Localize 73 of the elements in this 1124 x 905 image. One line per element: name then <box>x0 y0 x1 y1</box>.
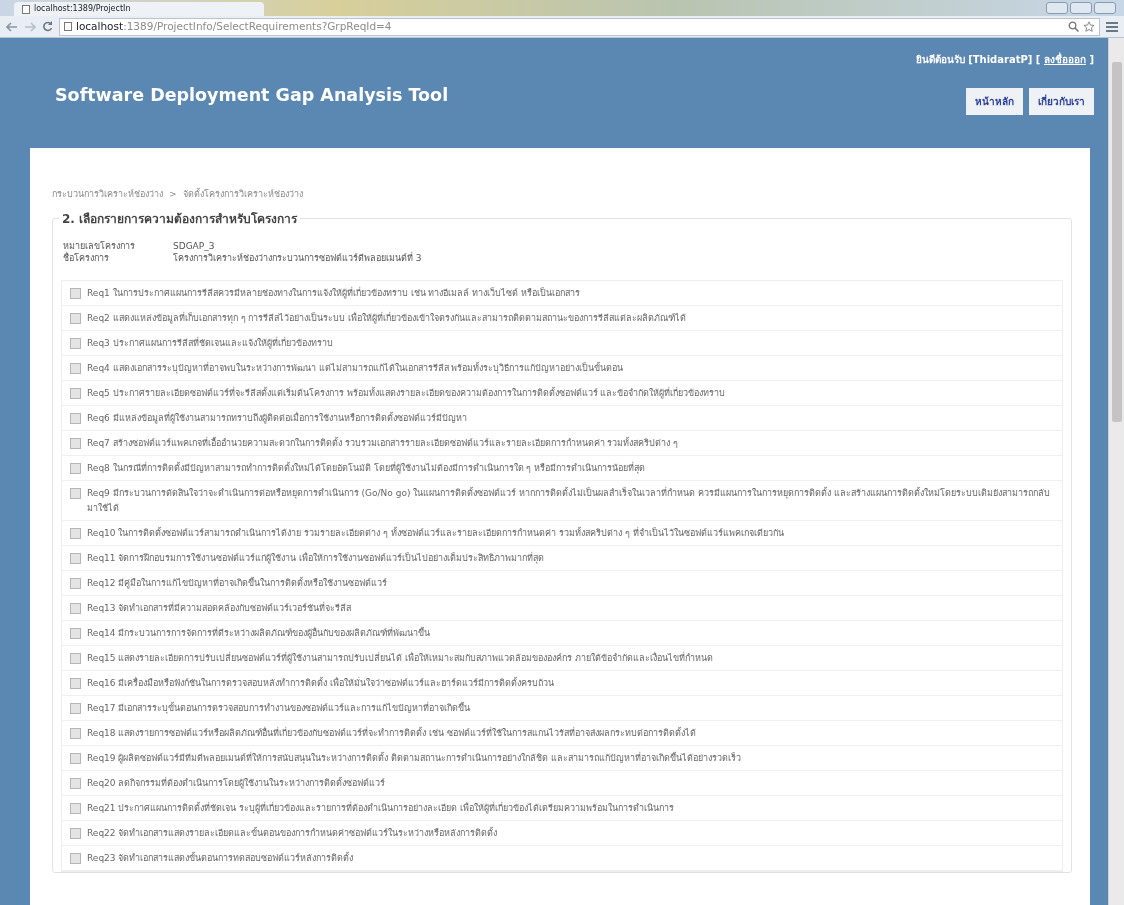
checkbox[interactable] <box>70 602 81 614</box>
checkbox[interactable] <box>70 287 81 299</box>
requirement-label: Req7 สร้างซอฟต์แวร์แพคเกจที่เอื้ออำนวยความสะดวกในการติดตั้ง รวบรวมเอกสารรายละเอียดซอฟต์แวร์และรายละเอียดการกำหนดค่า รวมทั้งสคริปต่าง ๆ <box>87 436 679 450</box>
requirement-label: Req16 มีเครื่องมือหรือฟังก์ชันในการตรวจสอบหลังทำการติดตั้ง เพื่อให้มั่นใจว่าซอฟต์แวร์และฮาร์ดแวร์มีการติดตั้งครบถ้วน <box>87 676 555 690</box>
checkbox[interactable] <box>70 827 81 839</box>
requirement-label: Req5 ประกาศรายละเอียดซอฟต์แวร์ที่จะรีลีสตั้งแต่เริ่มต้นโครงการ พร้อมทั้งแสดงรายละเอียดของความต้องการในการติดตั้งซอฟต์แวร์ และข้อจำกัดให้ผู้ที่เกี่ยวข้องทราบ <box>87 386 726 401</box>
scrollbar[interactable] <box>1108 38 1124 905</box>
field-value: SDGAP_3 <box>173 239 215 251</box>
checkbox[interactable] <box>70 627 81 639</box>
search-icon <box>1068 21 1079 32</box>
nav-button[interactable]: หน้าหลัก <box>966 88 1023 115</box>
site-title: Software Deployment Gap Analysis Tool <box>55 84 449 107</box>
checkbox[interactable] <box>70 677 81 689</box>
requirement-label: Req2 แสดงแหล่งข้อมูลที่เก็บเอกสารทุก ๆ การรีลีสไว้อย่างเป็นระบบ เพื่อให้ผู้ที่เกี่ยวข้องเข้าใจตรงกันและสามารถติดตามสถานะของการรีลีสแต่ละผลิตภัณฑ์ได้ <box>87 311 687 326</box>
requirement-label: Req14 มีกระบวนการการจัดการที่ดีระหว่างผลิตภัณฑ์ของผู้อื่นกับของผลิตภัณฑ์ที่พัฒนาขึ้น <box>87 626 431 641</box>
requirement-label: Req11 จัดการฝึกอบรมการใช้งานซอฟต์แวร์แก่ผู้ใช้งาน เพื่อให้การใช้งานซอฟต์แวร์เป็นไปอย่างเต็มประสิทธิภาพมากที่สุด <box>87 551 545 566</box>
scrollbar-thumb[interactable] <box>1111 62 1122 422</box>
checkbox[interactable] <box>70 387 81 399</box>
checkbox[interactable] <box>70 577 81 589</box>
field-label: หมายเลขโครงการ <box>63 239 136 252</box>
checkbox[interactable] <box>70 727 81 739</box>
breadcrumb-current: จัดตั้งโครงการวิเคราะห์ช่องว่าง <box>182 188 303 201</box>
checkbox[interactable] <box>70 312 81 324</box>
requirement-label: Req1 ในการประกาศแผนการรีลีสควรมีหลายช่องทางในการแจ้งให้ผู้ที่เกี่ยวข้องทราบ เช่น ทางอีเมลล์ ทางเว็บไซต์ หรือเป็นเอกสาร <box>87 286 581 301</box>
requirement-label: Req10 ในการติดตั้งซอฟต์แวร์สามารถดำเนินการได้ง่าย รวมรายละเอียดต่าง ๆ ทั้งซอฟต์แวร์และรายละเอียดการกำหนดค่า รวมทั้งสคริปต่าง ๆ ที่จำเป็นไว้ในซอฟต์แวร์แพคเกจเดียวกัน <box>87 526 784 540</box>
checkbox[interactable] <box>70 802 81 814</box>
checkbox[interactable] <box>70 362 81 374</box>
checkbox[interactable] <box>70 337 81 349</box>
star-icon[interactable] <box>1083 21 1095 32</box>
requirement-label: Req9 มีกระบวนการตัดสินใจว่าจะดำเนินการต่อหรือหยุดการดำเนินการ (Go/No go) ในแผนการติดตั้งซอฟต์แวร์ หากการติดตั้งไม่เป็นผลสำเร็จในเวลาที่กำหนด ควรมีแผนการในการหยุดการติดตั้ง และสร้างแผนการติดตั้งใหม่โดยระบบเดิมยังสามารถกลับมาใช้ได้ <box>87 486 1051 515</box>
reload-icon[interactable] <box>42 21 53 32</box>
checkbox[interactable] <box>70 652 81 664</box>
checkbox[interactable] <box>70 487 81 499</box>
minimize-button[interactable] <box>1046 2 1068 14</box>
checkbox[interactable] <box>70 752 81 764</box>
requirement-label: Req17 มีเอกสารระบุขั้นตอนการตรวจสอบการทำงานของซอฟต์แวร์และการแก้ไขปัญหาที่อาจเกิดขึ้น <box>87 701 471 716</box>
checkbox[interactable] <box>70 412 81 424</box>
nav-button[interactable]: เกี่ยวกับเรา <box>1029 88 1094 115</box>
checkbox[interactable] <box>70 527 81 539</box>
checkbox[interactable] <box>70 462 81 474</box>
requirement-label: Req19 ผู้ผลิตซอฟต์แวร์มีทีมดีพลอยเมนต์ที่ให้การสนับสนุนในระหว่างการติดตั้ง ติดตามสถานะการดำเนินการอย่างใกล้ชิด และสามารถแก้ปัญหาที่อาจเกิดขึ้นได้อย่างรวดเร็ว <box>87 751 742 766</box>
requirement-label: Req15 แสดงรายละเอียดการปรับเปลี่ยนซอฟต์แวร์ที่ผู้ใช้งานสามารถปรับเปลี่ยนได้ เพื่อให้เหมาะสมกับสภาพแวดล้อมขององค์กร ภายใต้ข้อจำกัดและเงื่อนไขที่กำหนด <box>87 651 714 666</box>
logout-link[interactable]: ลงชื่อออก <box>1043 54 1086 65</box>
checkbox[interactable] <box>70 552 81 564</box>
requirement-label: Req21 ประกาศแผนการติดตั้งที่ชัดเจน ระบุผู้ที่เกี่ยวข้องและรายการที่ต้องดำเนินการอย่างละเอียด เพื่อให้ผู้ที่เกี่ยวข้องได้เตรียมความพร้อมในการดำเนินการ <box>87 801 675 816</box>
back-icon[interactable] <box>6 21 18 32</box>
checkbox[interactable] <box>70 852 81 864</box>
checkbox[interactable] <box>70 702 81 714</box>
requirement-label: Req8 ในกรณีที่การติดตั้งมีปัญหาสามารถทำการติดตั้งใหม่ได้โดยอัตโนมัติ โดยที่ผู้ใช้งานไม่ต้องมีการดำเนินการใด ๆ หรือมีการดำเนินการน้อยที่สุด <box>87 461 646 476</box>
requirement-label: Req12 มีคู่มือในการแก้ไขปัญหาที่อาจเกิดขึ้นในการติดตั้งหรือใช้งานซอฟต์แวร์ <box>87 576 388 591</box>
welcome-text: ยินดีต้อนรับ [ThidaratP] [ ลงชื่อออก ] <box>915 52 1094 67</box>
close-button[interactable] <box>1094 2 1116 14</box>
breadcrumb-separator: > <box>169 188 177 201</box>
requirement-label: Req22 จัดทำเอกสารแสดงรายละเอียดและขั้นตอนของการกำหนดค่าซอฟต์แวร์ในระหว่างหรือหลังการติดตั้ง <box>87 826 498 840</box>
checkbox[interactable] <box>70 777 81 789</box>
field-value: โครงการวิเคราะห์ช่องว่างกระบวนการซอฟต์แวร์ดีพลอยเมนต์ที่ 3 <box>173 251 423 264</box>
requirement-label: Req23 จัดทำเอกสารแสดงขั้นตอนการทดสอบซอฟต์แวร์หลังการติดตั้ง <box>87 851 354 865</box>
page-icon <box>64 22 72 31</box>
breadcrumb-link[interactable]: กระบวนการวิเคราะห์ช่องว่าง <box>52 188 163 202</box>
requirement-label: Req4 แสดงเอกสารระบุปัญหาที่อาจพบในระหว่างการพัฒนา แต่ไม่สามารถแก้ได้ในเอกสารรีลีส พร้อมทั้งระบุวิธีการแก้ปัญหาอย่างเป็นขั้นตอน <box>87 361 624 376</box>
menu-icon[interactable] <box>1106 21 1118 32</box>
browser-tab[interactable]: localhost:1389/ProjectIn <box>14 2 264 16</box>
requirement-label: Req3 ประกาศแผนการรีลีสที่ชัดเจนและแจ้งให้ผู้ที่เกี่ยวข้องทราบ <box>87 336 333 351</box>
address-field[interactable]: localhost:1389/ProjectInfo/SelectRequirements?GrpReqId=4 <box>59 17 1100 36</box>
maximize-button[interactable] <box>1070 2 1092 14</box>
requirement-label: Req20 ลดกิจกรรมที่ต้องดำเนินการโดยผู้ใช้งานในระหว่างการติดตั้งซอฟต์แวร์ <box>87 776 386 791</box>
checkbox[interactable] <box>70 437 81 449</box>
forward-icon[interactable] <box>24 21 36 32</box>
page-icon <box>22 4 30 14</box>
field-label: ชื่อโครงการ <box>63 251 110 264</box>
requirement-label: Req6 มีแหล่งข้อมูลที่ผู้ใช้งานสามารถทราบถึงผู้ติดต่อเมื่อการใช้งานหรือการติดตั้งซอฟต์แวร์มีปัญหา <box>87 411 467 426</box>
requirement-label: Req13 จัดทำเอกสารที่มีความสอดคล้องกับซอฟต์แวร์เวอร์ชันที่จะรีลีส <box>87 601 352 615</box>
requirement-label: Req18 แสดงรายการซอฟต์แวร์หรือผลิตภัณฑ์อื่นที่เกี่ยวข้องกับซอฟต์แวร์ที่จะทำการติดตั้ง เช่น ซอฟต์แวร์ที่ใช้ในการสแกนไวรัสที่อาจส่งผลกระทบต่อการติดตั้งได้ <box>87 726 697 740</box>
